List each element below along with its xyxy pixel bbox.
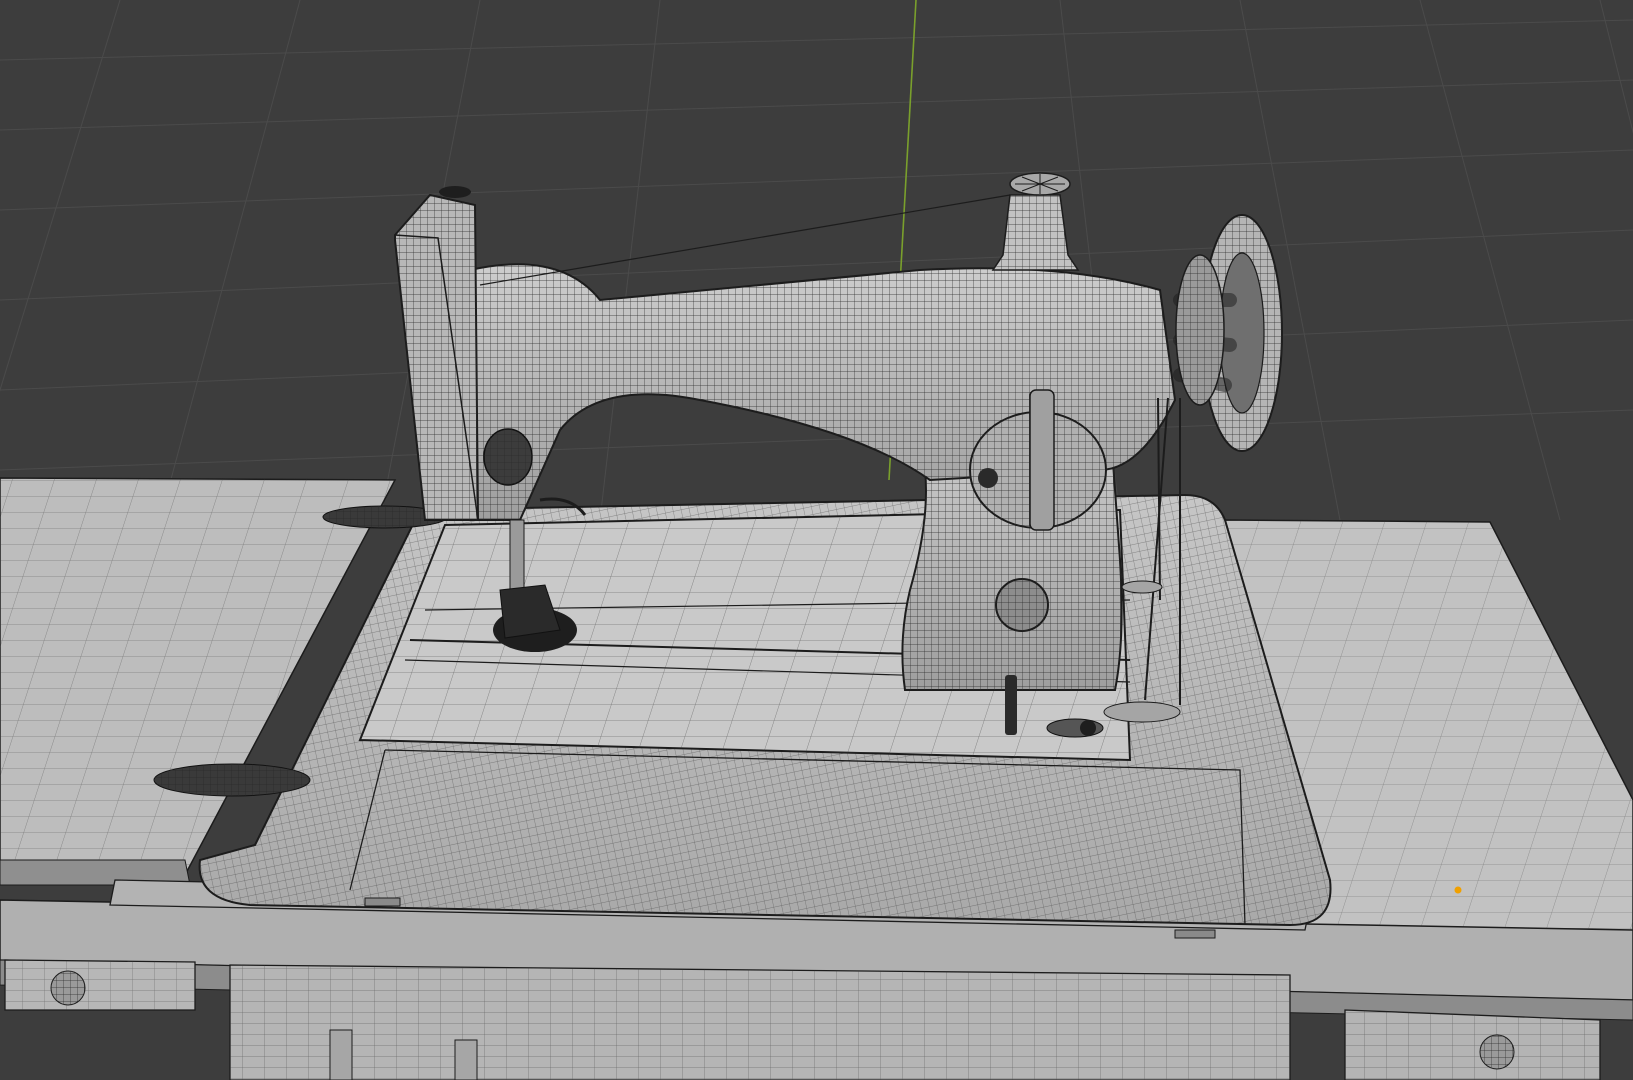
spool-pin bbox=[991, 172, 1080, 271]
drawer-center bbox=[229, 964, 1291, 1080]
drawer-right bbox=[1344, 1009, 1601, 1080]
drawer-left bbox=[4, 959, 196, 1011]
floor-grid bbox=[0, 0, 1633, 521]
origin-dot-icon[interactable] bbox=[1454, 886, 1462, 894]
3d-viewport[interactable] bbox=[0, 0, 1633, 1080]
handwheel bbox=[1173, 214, 1283, 452]
